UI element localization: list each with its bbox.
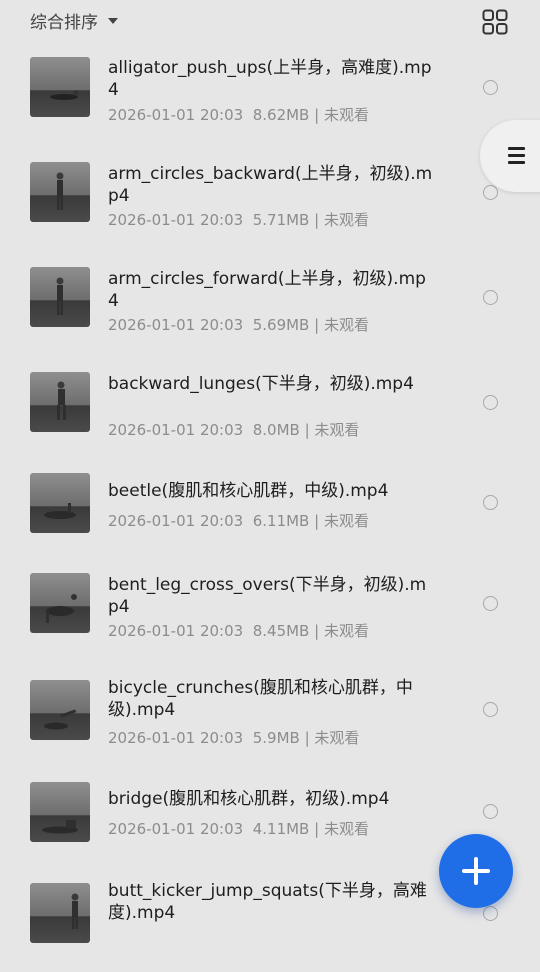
sort-label: 综合排序	[30, 13, 98, 33]
select-radio[interactable]	[483, 804, 498, 819]
select-radio[interactable]	[483, 596, 498, 611]
file-date: 2026-01-01 20:03	[108, 622, 244, 640]
select-radio[interactable]	[483, 80, 498, 95]
file-size: 5.69MB	[252, 316, 310, 334]
file-date: 2026-01-01 20:03	[108, 512, 244, 530]
select-radio[interactable]	[483, 290, 498, 305]
grid-view-icon[interactable]	[482, 9, 508, 35]
file-meta: 2026-01-01 20:03 6.11MB | 未观看	[108, 512, 369, 530]
list-item[interactable]: bicycle_crunches(腹肌和核心肌群，中级).mp4 2026-01…	[0, 678, 540, 769]
file-date: 2026-01-01 20:03	[108, 729, 244, 747]
file-size: 8.62MB	[252, 106, 310, 124]
watch-status: 未观看	[323, 211, 369, 229]
file-date: 2026-01-01 20:03	[108, 106, 244, 124]
file-meta: 2026-01-01 20:03 5.9MB | 未观看	[108, 729, 360, 747]
file-meta: 2026-01-01 20:03 5.69MB | 未观看	[108, 316, 369, 334]
caret-down-icon	[108, 17, 118, 24]
watch-status: 未观看	[323, 820, 369, 838]
toolbar: 综合排序	[0, 0, 540, 44]
watch-status: 未观看	[323, 316, 369, 334]
file-meta: 2026-01-01 20:03 8.62MB | 未观看	[108, 106, 369, 124]
watch-status: 未观看	[323, 622, 369, 640]
file-meta: 2026-01-01 20:03 8.45MB | 未观看	[108, 622, 369, 640]
add-button[interactable]	[439, 834, 513, 908]
file-name: arm_circles_forward(上半身，初级).mp4	[108, 269, 426, 311]
video-thumbnail	[30, 680, 90, 740]
file-name: alligator_push_ups(上半身，高难度).mp4	[108, 58, 432, 100]
video-thumbnail	[30, 372, 90, 432]
file-name: beetle(腹肌和核心肌群，中级).mp4	[108, 481, 389, 501]
file-size: 5.9MB	[252, 729, 300, 747]
video-thumbnail	[30, 883, 90, 943]
file-date: 2026-01-01 20:03	[108, 211, 244, 229]
sort-dropdown[interactable]: 综合排序	[30, 8, 118, 33]
watch-status: 未观看	[323, 512, 369, 530]
file-size: 8.45MB	[252, 622, 310, 640]
video-thumbnail	[30, 162, 90, 222]
list-item[interactable]: arm_circles_backward(上半身，初级).mp4 2026-01…	[0, 162, 540, 252]
list-item[interactable]: alligator_push_ups(上半身，高难度).mp4 2026-01-…	[0, 56, 540, 146]
video-thumbnail	[30, 473, 90, 533]
file-date: 2026-01-01 20:03	[108, 820, 244, 838]
file-name: butt_kicker_jump_squats(下半身，高难度).mp4	[108, 881, 427, 923]
watch-status: 未观看	[314, 729, 360, 747]
watch-status: 未观看	[314, 421, 360, 439]
list-item[interactable]: bent_leg_cross_overs(下半身，初级).mp4 2026-01…	[0, 573, 540, 663]
file-meta: 2026-01-01 20:03 8.0MB | 未观看	[108, 421, 360, 439]
file-meta: 2026-01-01 20:03 4.11MB | 未观看	[108, 820, 369, 838]
list-item[interactable]: arm_circles_forward(上半身，初级).mp4 2026-01-…	[0, 267, 540, 357]
select-radio[interactable]	[483, 702, 498, 717]
file-name: bicycle_crunches(腹肌和核心肌群，中级).mp4	[108, 678, 413, 720]
file-date: 2026-01-01 20:03	[108, 421, 244, 439]
select-radio[interactable]	[483, 395, 498, 410]
file-size: 4.11MB	[252, 820, 310, 838]
video-thumbnail	[30, 57, 90, 117]
video-thumbnail	[30, 267, 90, 327]
file-name: backward_lunges(下半身，初级).mp4	[108, 374, 414, 394]
file-size: 5.71MB	[252, 211, 310, 229]
file-size: 8.0MB	[252, 421, 300, 439]
video-thumbnail	[30, 782, 90, 842]
select-radio[interactable]	[483, 906, 498, 921]
file-name: bent_leg_cross_overs(下半身，初级).mp4	[108, 575, 427, 617]
video-thumbnail	[30, 573, 90, 633]
select-radio[interactable]	[483, 185, 498, 200]
file-date: 2026-01-01 20:03	[108, 316, 244, 334]
file-size: 6.11MB	[252, 512, 310, 530]
list-item[interactable]: backward_lunges(下半身，初级).mp4 2026-01-01 2…	[0, 372, 540, 462]
file-name: bridge(腹肌和核心肌群，初级).mp4	[108, 789, 390, 809]
file-meta: 2026-01-01 20:03 5.71MB | 未观看	[108, 211, 369, 229]
watch-status: 未观看	[323, 106, 369, 124]
select-radio[interactable]	[483, 495, 498, 510]
file-name: arm_circles_backward(上半身，初级).mp4	[108, 164, 433, 206]
list-item[interactable]: beetle(腹肌和核心肌群，中级).mp4 2026-01-01 20:03 …	[0, 473, 540, 563]
